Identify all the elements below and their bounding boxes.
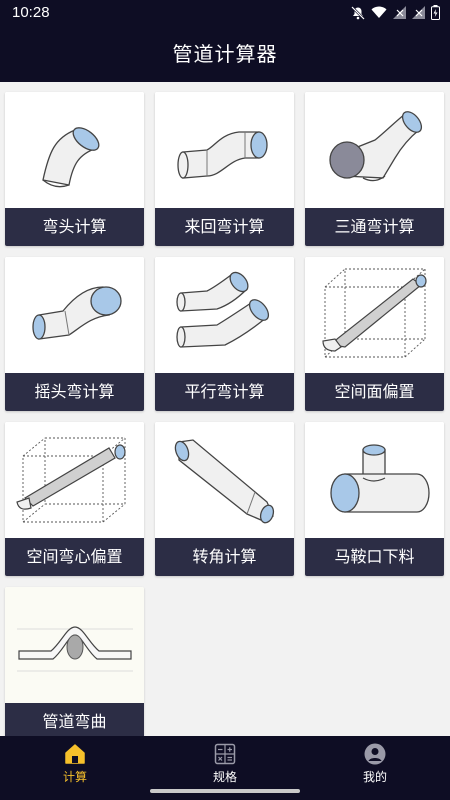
card-spatial-bend-center[interactable]: 空间弯心偏置 [5, 422, 144, 576]
saddle-cut-pipe-icon [330, 444, 430, 513]
parallel-bend-pipe-icon [176, 271, 270, 348]
notifications-off-icon [351, 5, 365, 20]
battery-icon [431, 5, 440, 20]
card-pipe-bending[interactable]: 管道弯曲 [5, 587, 144, 736]
rolling-offset-pipe-icon [32, 286, 122, 340]
card-elbow[interactable]: 弯头计算 [5, 92, 144, 246]
card-offset-bend[interactable]: 来回弯计算 [155, 92, 294, 246]
corner-angle-pipe-icon [174, 439, 275, 524]
card-label: 来回弯计算 [155, 208, 294, 246]
home-icon [65, 744, 85, 764]
card-label: 平行弯计算 [155, 373, 294, 411]
wifi-icon [371, 6, 387, 18]
card-label: 马鞍口下料 [305, 538, 444, 576]
card-rolling-offset[interactable]: 摇头弯计算 [5, 257, 144, 411]
card-spatial-plane-offset[interactable]: 空间面偏置 [305, 257, 444, 411]
nav-label: 规格 [212, 770, 237, 784]
calculator-icon [214, 743, 236, 765]
offset-bend-pipe-icon [177, 131, 268, 179]
card-label: 转角计算 [155, 538, 294, 576]
card-label: 管道弯曲 [5, 703, 144, 736]
page-title: 管道计算器 [172, 42, 278, 66]
nav-tab-specs[interactable]: 规格 [150, 736, 300, 784]
card-label: 弯头计算 [5, 208, 144, 246]
status-icons [351, 5, 440, 20]
status-bar: 10:28 [0, 0, 450, 26]
card-parallel-bend[interactable]: 平行弯计算 [155, 257, 294, 411]
card-tee-bend[interactable]: 三通弯计算 [305, 92, 444, 246]
card-label: 空间面偏置 [305, 373, 444, 411]
nav-tab-calculate[interactable]: 计算 [0, 736, 150, 784]
calculator-grid: 弯头计算 来回弯计算 三通弯计算 摇头弯计算 平行弯计算 空间面偏置 空间弯心偏… [0, 82, 450, 736]
nav-label: 我的 [362, 770, 387, 784]
nav-label: 计算 [62, 770, 87, 784]
tee-bend-pipe-icon [329, 111, 423, 182]
card-label: 三通弯计算 [305, 208, 444, 246]
app-bar: 管道计算器 [0, 26, 450, 82]
nav-tab-mine[interactable]: 我的 [300, 736, 450, 784]
card-label: 空间弯心偏置 [5, 538, 144, 576]
spatial-plane-offset-icon [322, 268, 427, 358]
status-time: 10:28 [12, 4, 50, 21]
spatial-bend-center-offset-icon [16, 437, 126, 523]
signal-icon-2 [412, 6, 425, 19]
pipe-bending-icon [17, 626, 133, 672]
home-indicator[interactable] [150, 789, 300, 793]
elbow-pipe-icon [42, 127, 100, 188]
card-corner-angle[interactable]: 转角计算 [155, 422, 294, 576]
card-saddle-cut[interactable]: 马鞍口下料 [305, 422, 444, 576]
user-icon [364, 743, 386, 765]
signal-icon-1 [393, 6, 406, 19]
card-label: 摇头弯计算 [5, 373, 144, 411]
